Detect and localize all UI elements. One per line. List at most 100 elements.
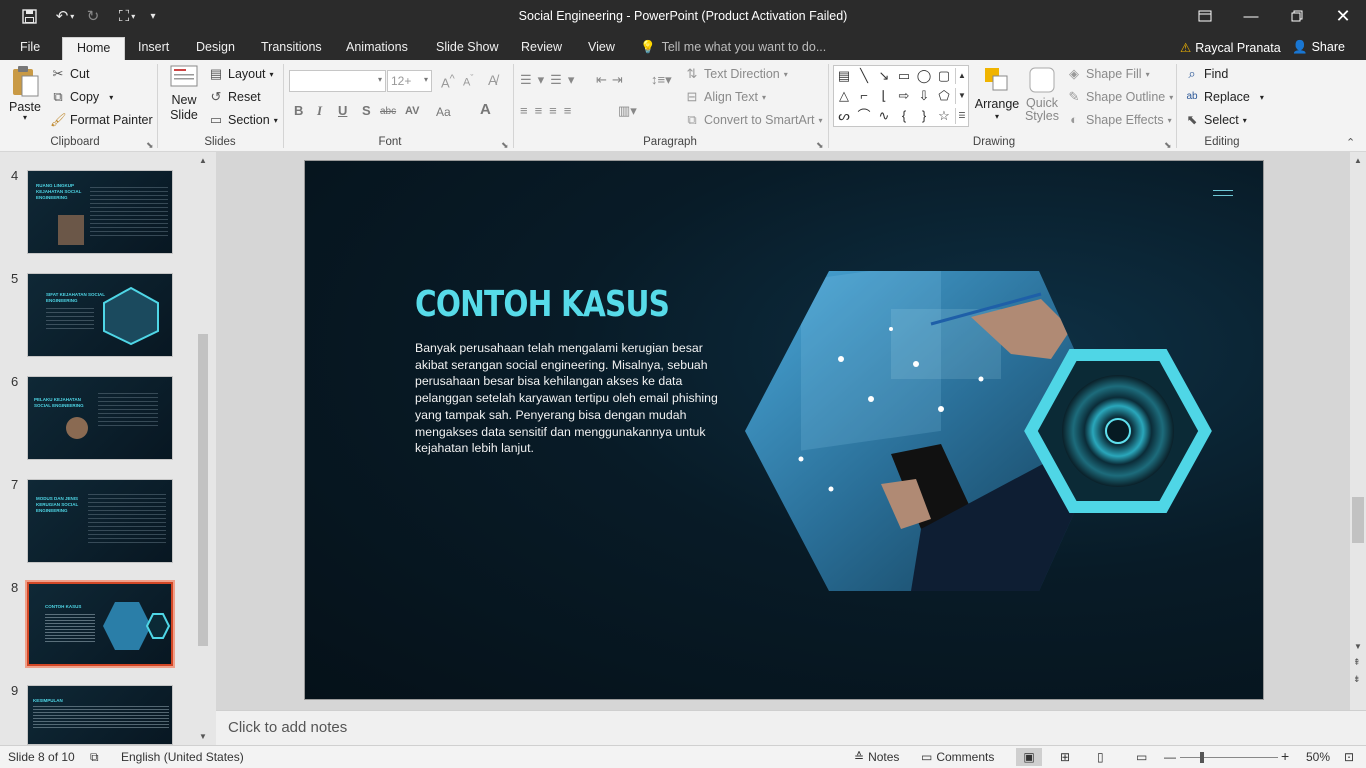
slide-thumbnail-7[interactable]: MODUS DAN JENIS KERUGIAN SOCIAL ENGINEER… [27, 479, 173, 563]
tab-file[interactable]: File [18, 37, 42, 60]
dialog-launcher-icon[interactable]: ⬊ [816, 140, 824, 151]
connector-icon[interactable]: ⌐ [856, 88, 872, 104]
star-icon[interactable]: ☆ [936, 108, 952, 124]
customize-qat-icon[interactable]: ▾ [142, 5, 164, 27]
scroll-up-icon[interactable]: ▲ [199, 156, 207, 165]
columns-icon[interactable]: ▥▾ [618, 103, 637, 119]
clear-formatting-icon[interactable]: A̸ [488, 72, 497, 88]
thumbnail-scrollbar[interactable]: ▲ ▼ [196, 152, 210, 745]
oval-icon[interactable]: ◯ [916, 68, 932, 84]
zoom-in-icon[interactable]: + [1281, 748, 1289, 764]
redo-icon[interactable]: ↻ [82, 5, 104, 27]
quick-styles-button[interactable]: Quick Styles [1022, 66, 1062, 123]
dialog-launcher-icon[interactable]: ⬊ [501, 140, 509, 151]
triangle-icon[interactable]: △ [836, 88, 852, 104]
slide-thumbnail-5[interactable]: SIFAT KEJAHATAN SOCIAL ENGINEERING [27, 273, 173, 357]
replace-button[interactable]: ab Replace ▾ [1184, 89, 1263, 105]
strikethrough-button[interactable]: abc [380, 106, 396, 117]
slide-body-text[interactable]: Banyak perusahaan telah mengalami kerugi… [415, 340, 725, 457]
char-spacing-button[interactable]: AV [405, 105, 419, 117]
scroll-thumb[interactable] [1352, 497, 1364, 543]
slide-show-icon[interactable]: ▭ [1136, 750, 1147, 764]
zoom-slider-thumb[interactable] [1200, 752, 1204, 763]
format-painter-button[interactable]: 🖌 Format Painter [50, 112, 153, 128]
slide-sorter-icon[interactable]: ⊞ [1060, 750, 1070, 764]
slide-thumbnail-6[interactable]: PELAKU KEJAHATAN SOCIAL ENGINEERING [27, 376, 173, 460]
minimize-icon[interactable]: — [1228, 0, 1274, 32]
hexagon-image[interactable] [741, 269, 1221, 594]
present-icon[interactable]: ⛶ ▾ [112, 5, 142, 27]
tab-animations[interactable]: Animations [344, 37, 410, 60]
down-arrow-icon[interactable]: ⇩ [916, 88, 932, 104]
slide-thumbnail-4[interactable]: RUANG LINGKUP KEJAHATAN SOCIAL ENGINEERI… [27, 170, 173, 254]
rounded-rect-icon[interactable]: ▢ [936, 68, 952, 84]
notes-button[interactable]: ≙ Notes [854, 750, 899, 764]
zoom-slider[interactable] [1180, 757, 1278, 758]
slide-thumbnail-8[interactable]: CONTOH KASUS [25, 580, 175, 668]
font-size-select[interactable]: 12+ ▾ [387, 70, 432, 92]
arc-icon[interactable]: ⌒ [856, 108, 872, 124]
right-arrow-icon[interactable]: ⇨ [896, 88, 912, 104]
tab-view[interactable]: View [586, 37, 617, 60]
dialog-launcher-icon[interactable]: ⬊ [146, 140, 154, 151]
scroll-thumb[interactable] [198, 334, 208, 646]
shapes-gallery[interactable]: ▤ ╲ ↘ ▭ ◯ ▢ △ ⌐ ⌊ ⇨ ⇩ ⬠ ᔕ ⌒ ∿ { } ☆ ▲ ▼ … [833, 65, 969, 127]
grow-font-icon[interactable]: A^ [441, 73, 455, 90]
language-indicator[interactable]: English (United States) [121, 750, 244, 764]
save-icon[interactable] [18, 5, 40, 27]
text-direction-button[interactable]: ⇅ Text Direction ▾ [684, 66, 788, 82]
collapse-ribbon-icon[interactable]: ⌃ [1346, 136, 1355, 149]
shape-effects-button[interactable]: ◐ Shape Effects ▾ [1066, 112, 1172, 128]
user-account[interactable]: ⚠ Raycal Pranata [1180, 40, 1281, 55]
tab-insert[interactable]: Insert [136, 37, 171, 60]
scroll-down-icon[interactable]: ▼ [955, 88, 968, 104]
reset-button[interactable]: ↺ Reset [208, 89, 261, 105]
freeform-icon[interactable]: ᔕ [836, 108, 852, 124]
bullets-icon[interactable]: ☰▾☰▾ [520, 72, 580, 88]
line-icon[interactable]: ╲ [856, 68, 872, 84]
curve-icon[interactable]: ∿ [876, 108, 892, 124]
shape-outline-button[interactable]: ✎ Shape Outline ▾ [1066, 89, 1174, 105]
copy-button[interactable]: ⧉ Copy ▾ [50, 89, 113, 105]
previous-slide-icon[interactable]: ⇞ [1353, 657, 1361, 668]
fit-slide-icon[interactable]: ⊡ [1344, 750, 1354, 764]
layout-button[interactable]: ▤ Layout ▾ [208, 66, 274, 82]
share-button[interactable]: 👤 Share [1292, 40, 1345, 55]
scroll-up-icon[interactable]: ▲ [1354, 156, 1362, 165]
cut-button[interactable]: ✂ Cut [50, 66, 90, 82]
ribbon-display-icon[interactable] [1182, 0, 1228, 32]
tab-slide-show[interactable]: Slide Show [434, 37, 501, 60]
underline-button[interactable]: U [338, 103, 347, 118]
slide-title[interactable]: CONTOH KASUS [415, 284, 670, 325]
scroll-down-icon[interactable]: ▼ [1354, 642, 1362, 651]
align-text-button[interactable]: ⊟ Align Text ▾ [684, 89, 766, 105]
bold-button[interactable]: B [294, 103, 303, 118]
tab-review[interactable]: Review [519, 37, 564, 60]
elbow-connector-icon[interactable]: ⌊ [876, 88, 892, 104]
section-button[interactable]: ▭ Section ▾ [208, 112, 278, 128]
slide-thumbnail-9[interactable]: KESIMPULAN [27, 685, 173, 745]
editor-scrollbar[interactable]: ▲ ▼ ⇞ ⇟ [1350, 152, 1366, 710]
indent-icon[interactable]: ⇤⇥ [596, 72, 628, 88]
right-brace-icon[interactable]: } [916, 108, 932, 124]
normal-view-icon[interactable]: ▣ [1016, 748, 1042, 766]
font-name-select[interactable]: ▾ [289, 70, 386, 92]
dialog-launcher-icon[interactable]: ⬊ [1164, 140, 1172, 151]
tab-transitions[interactable]: Transitions [259, 37, 324, 60]
tab-home[interactable]: Home [62, 37, 126, 60]
restore-icon[interactable] [1274, 0, 1320, 32]
scroll-down-icon[interactable]: ▼ [199, 732, 207, 741]
slide-canvas[interactable]: CONTOH KASUS Banyak perusahaan telah men… [304, 160, 1264, 700]
zoom-level[interactable]: 50% [1306, 750, 1330, 764]
next-slide-icon[interactable]: ⇟ [1353, 674, 1361, 685]
arrow-line-icon[interactable]: ↘ [876, 68, 892, 84]
pentagon-icon[interactable]: ⬠ [936, 88, 952, 104]
notes-placeholder[interactable]: Click to add notes [228, 719, 347, 736]
shrink-font-icon[interactable]: Aˇ [463, 73, 473, 89]
select-button[interactable]: ⬉ Select ▾ [1184, 112, 1247, 128]
rectangle-icon[interactable]: ▭ [896, 68, 912, 84]
undo-icon[interactable]: ↶ ▾ [50, 5, 80, 27]
notes-pane[interactable]: Click to add notes [216, 710, 1366, 745]
more-shapes-icon[interactable]: ☰ [955, 108, 968, 124]
arrange-button[interactable]: Arrange ▾ [974, 66, 1020, 121]
